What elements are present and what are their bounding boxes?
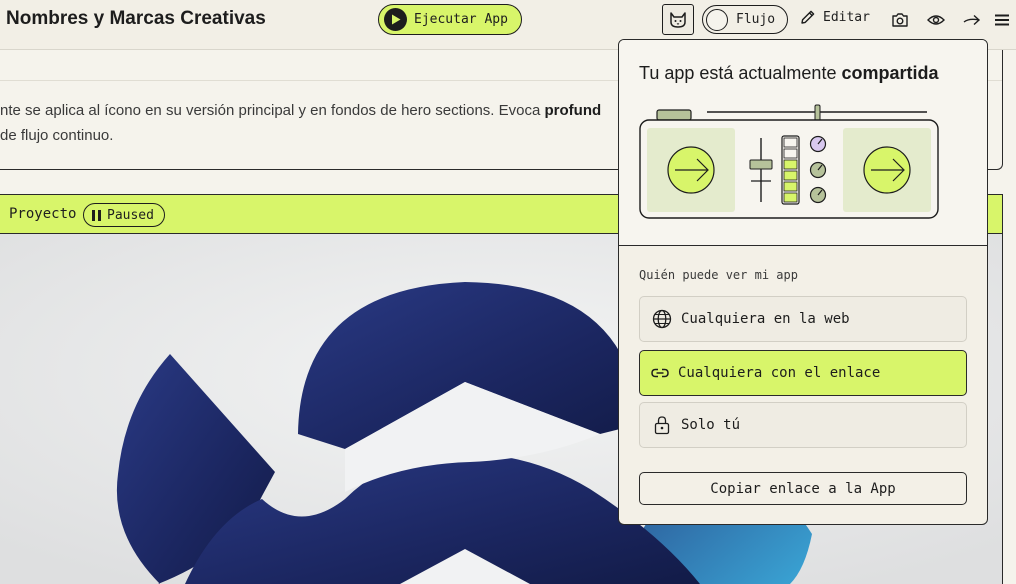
description-line-2: de flujo continuo. bbox=[0, 127, 114, 144]
share-button[interactable] bbox=[962, 10, 982, 30]
status-label: Paused bbox=[107, 207, 154, 223]
play-icon bbox=[384, 8, 407, 31]
visibility-option-private[interactable]: Solo tú bbox=[639, 402, 967, 448]
run-app-label: Ejecutar App bbox=[414, 12, 508, 27]
share-title-bold: compartida bbox=[841, 63, 939, 83]
project-label: Proyecto bbox=[9, 206, 77, 222]
globe-icon bbox=[652, 309, 672, 329]
pencil-icon bbox=[801, 10, 815, 24]
description-text: nte se aplica al ícono en su versión pri… bbox=[0, 98, 640, 148]
flow-label: Flujo bbox=[736, 12, 776, 27]
status-badge[interactable]: Paused bbox=[83, 203, 165, 227]
visibility-option-link[interactable]: Cualquiera con el enlace bbox=[639, 350, 967, 396]
camera-icon bbox=[892, 13, 908, 27]
cat-icon bbox=[670, 11, 686, 28]
flow-toggle-knob bbox=[706, 8, 728, 31]
mixer-illustration bbox=[639, 104, 939, 219]
edit-label: Editar bbox=[823, 9, 870, 25]
edit-button[interactable]: Editar bbox=[800, 9, 870, 25]
app-title: Nombres y Marcas Creativas bbox=[6, 8, 266, 29]
share-title: Tu app está actualmente compartida bbox=[639, 63, 939, 84]
share-title-text: Tu app está actualmente bbox=[639, 63, 842, 83]
visibility-option-label: Cualquiera con el enlace bbox=[678, 365, 881, 381]
arrow-right-icon bbox=[963, 14, 981, 26]
description-bold: profund bbox=[544, 102, 602, 119]
pause-icon bbox=[92, 209, 101, 221]
visibility-option-web[interactable]: Cualquiera en la web bbox=[639, 296, 967, 342]
visibility-option-label: Solo tú bbox=[681, 417, 741, 433]
hamburger-icon bbox=[995, 14, 1009, 26]
share-popover-header: Tu app está actualmente compartida bbox=[619, 40, 987, 246]
link-icon bbox=[651, 368, 669, 378]
copy-link-button[interactable]: Copiar enlace a la App bbox=[639, 472, 967, 505]
preview-button[interactable] bbox=[926, 10, 946, 30]
run-app-button[interactable]: Ejecutar App bbox=[378, 4, 522, 35]
flow-toggle-button[interactable]: Flujo bbox=[702, 5, 788, 34]
menu-button[interactable] bbox=[992, 10, 1012, 30]
lock-icon bbox=[654, 416, 670, 435]
visibility-option-label: Cualquiera en la web bbox=[681, 311, 850, 327]
visibility-section-label: Quién puede ver mi app bbox=[639, 268, 798, 282]
share-popover: Tu app está actualmente compartida Quién… bbox=[618, 39, 988, 525]
description-line-1: nte se aplica al ícono en su versión pri… bbox=[0, 102, 545, 119]
eye-icon bbox=[927, 15, 945, 25]
camera-button[interactable] bbox=[890, 10, 910, 30]
cat-avatar-button[interactable] bbox=[662, 4, 694, 35]
